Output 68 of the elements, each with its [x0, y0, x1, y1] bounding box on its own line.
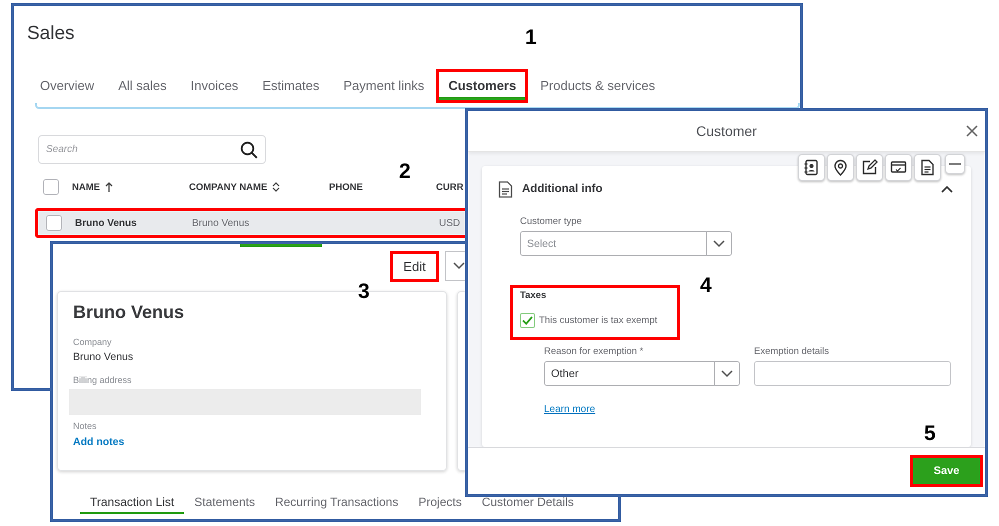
dialog-title: Customer	[696, 123, 757, 139]
column-header[interactable]: CURR	[436, 182, 464, 192]
document-icon	[919, 159, 936, 176]
learn-more-link[interactable]: Learn more	[544, 404, 596, 415]
nav-tab[interactable]: Estimates	[250, 69, 332, 103]
checkbox[interactable]	[46, 215, 62, 231]
address-button[interactable]	[827, 154, 854, 181]
nav-tab[interactable]: Products & services	[528, 69, 668, 103]
step-number: 3	[358, 281, 370, 303]
column-header[interactable]: PHONE	[329, 182, 363, 192]
column-header[interactable]: COMPANY NAME	[189, 182, 268, 192]
table-cell: USD	[439, 218, 460, 228]
nav-tab[interactable]: All sales	[106, 69, 179, 103]
checkmark-icon	[522, 316, 533, 325]
add-notes-link[interactable]: Add notes	[73, 436, 124, 448]
sort-icon	[272, 182, 280, 192]
search-field[interactable]: Search	[38, 135, 266, 164]
tab[interactable]: Recurring Transactions	[264, 491, 408, 514]
save-button[interactable]: Save	[910, 455, 983, 487]
page-title: Sales	[26, 22, 75, 45]
contact-button[interactable]	[798, 154, 825, 181]
field-label: Exemption details	[754, 346, 829, 357]
step-number: 2	[399, 161, 411, 183]
close-icon	[966, 125, 978, 137]
sort-up-icon	[104, 182, 113, 192]
field-label: Billing address	[73, 375, 132, 385]
table-cell: Bruno Venus	[192, 218, 250, 228]
nav-tab[interactable]: Customers	[436, 69, 528, 103]
chevron-down-icon	[721, 370, 733, 378]
step-number: 1	[525, 27, 537, 49]
chevron-down-icon	[452, 262, 464, 270]
exemption-reason-dropdown[interactable]: Other	[544, 361, 740, 386]
notes-button[interactable]	[856, 154, 883, 181]
tab[interactable]: Transaction List	[80, 491, 184, 514]
payments-button[interactable]	[885, 154, 912, 181]
exemption-details-field[interactable]	[754, 361, 951, 386]
nav-tab[interactable]: Invoices	[178, 69, 250, 103]
step-number: 5	[924, 423, 936, 445]
location-pin-icon	[832, 159, 849, 176]
section-title: Additional info	[522, 183, 604, 195]
field-value: Bruno Venus	[73, 351, 134, 363]
checkbox[interactable]	[520, 313, 535, 328]
checkbox-label: This customer is tax exempt	[539, 315, 658, 326]
field-label: Company	[73, 337, 112, 347]
column-header[interactable]: NAME	[72, 182, 100, 192]
customer-name: Bruno Venus	[73, 301, 184, 324]
address-book-icon	[803, 159, 820, 176]
table-cell: Bruno Venus	[75, 218, 137, 228]
close-button[interactable]	[965, 124, 979, 138]
additional-info-button[interactable]	[914, 154, 941, 181]
field-label: Customer type	[520, 216, 582, 227]
minus-icon	[949, 163, 961, 165]
tab[interactable]: Statements	[184, 491, 265, 514]
search-icon	[240, 140, 258, 158]
customer-type-dropdown[interactable]: Select	[520, 231, 732, 256]
nav-tab[interactable]: Payment links	[331, 69, 436, 103]
section-heading: Taxes	[520, 290, 546, 301]
step-number: 4	[700, 275, 712, 297]
nav-tab[interactable]: Overview	[28, 69, 106, 103]
collapse-button[interactable]	[945, 154, 965, 174]
tab[interactable]: Projects	[408, 491, 472, 514]
field-label: Notes	[73, 421, 97, 431]
document-icon	[498, 180, 513, 198]
edit-button[interactable]: Edit	[390, 250, 439, 282]
chevron-down-icon	[713, 240, 725, 248]
checkbox[interactable]	[43, 179, 59, 195]
edit-icon	[861, 159, 878, 176]
field-label: Reason for exemption *	[544, 346, 644, 357]
